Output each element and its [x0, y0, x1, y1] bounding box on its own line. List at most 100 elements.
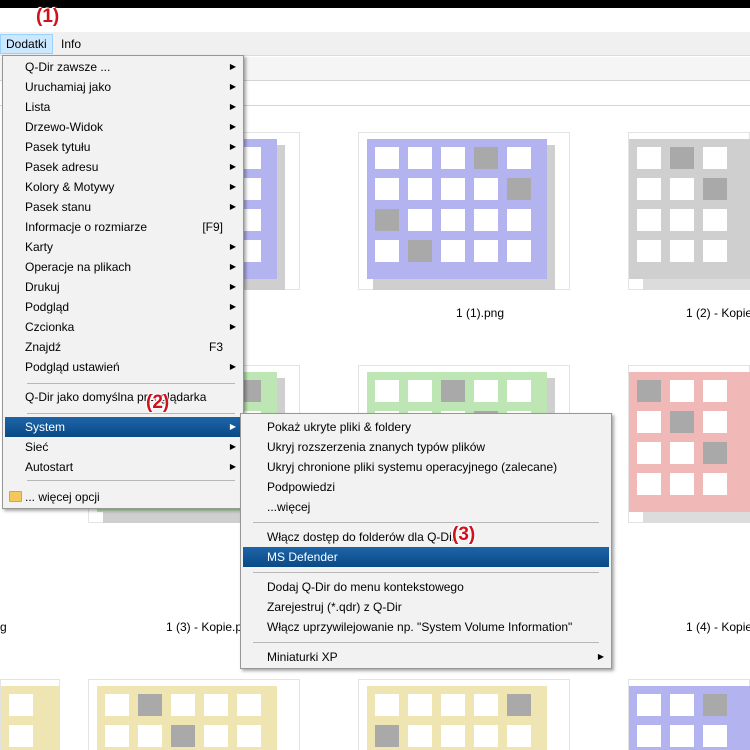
tile-cell: [703, 178, 727, 200]
thumbnail[interactable]: [88, 679, 300, 750]
tile-cell: [703, 380, 727, 402]
tile-cell: [637, 411, 661, 433]
submenu-item-ms-defender[interactable]: MS Defender: [243, 547, 609, 567]
menu-item-system[interactable]: System ▶: [5, 417, 241, 437]
chevron-right-icon: ▶: [229, 202, 236, 211]
tile-cell: [670, 240, 694, 262]
tile-cell: [474, 240, 498, 262]
thumbnail[interactable]: [628, 132, 750, 290]
menu-item-pasek-tytulu[interactable]: Pasek tytułu ▶: [5, 137, 241, 157]
tile-cell: [237, 725, 261, 747]
submenu-item-miniaturki[interactable]: Miniaturki XP ▶: [243, 647, 609, 667]
tile-cell: [375, 240, 399, 262]
tile-cell: [204, 694, 228, 716]
chevron-right-icon: ▶: [229, 182, 236, 191]
file-name[interactable]: 1 (3) - Kopie.p: [166, 620, 246, 634]
tile-cell: [507, 147, 531, 169]
menu-info[interactable]: Info: [56, 34, 86, 54]
file-name[interactable]: 1 (2) - Kopie: [686, 306, 750, 320]
submenu-item-uprzywilejowanie[interactable]: Włącz uprzywilejowanie np. "System Volum…: [243, 617, 609, 637]
tile-cell: [171, 725, 195, 747]
tile-cell: [474, 694, 498, 716]
menu-item-podglad[interactable]: Podgląd ▶: [5, 297, 241, 317]
submenu-item-pokaz-ukryte[interactable]: Pokaż ukryte pliki & foldery: [243, 417, 609, 437]
thumbnail[interactable]: [358, 132, 570, 290]
tile-cell: [637, 442, 661, 464]
tile-cell: [637, 473, 661, 495]
menu-item-podglad-ustawien[interactable]: Podgląd ustawień ▶: [5, 357, 241, 377]
tile-cell: [204, 725, 228, 747]
tile-cell: [703, 209, 727, 231]
tile-cell: [408, 240, 432, 262]
chevron-right-icon: ▶: [229, 62, 236, 71]
file-name[interactable]: 1 (4) - Kopie: [686, 620, 750, 634]
tile-cell: [375, 209, 399, 231]
menu-separator: [253, 522, 599, 523]
menu-item-drzewo[interactable]: Drzewo-Widok ▶: [5, 117, 241, 137]
tile-cell: [237, 694, 261, 716]
thumbnail[interactable]: [0, 679, 60, 750]
tile-cell: [441, 240, 465, 262]
chevron-right-icon: ▶: [229, 122, 236, 131]
menu-separator: [27, 413, 235, 414]
folder-icon: [9, 491, 22, 502]
menu-dodatki[interactable]: Dodatki: [0, 34, 53, 54]
tile-cell: [637, 178, 661, 200]
submenu-item-zarejestruj[interactable]: Zarejestruj (*.qdr) z Q-Dir: [243, 597, 609, 617]
tile-cell: [441, 694, 465, 716]
chevron-right-icon: ▶: [229, 162, 236, 171]
tile-cell: [703, 442, 727, 464]
tile-cell: [703, 694, 727, 716]
tile-cell: [408, 380, 432, 402]
file-name[interactable]: g: [0, 620, 20, 634]
tile-cell: [703, 411, 727, 433]
menu-item-siec[interactable]: Sieć ▶: [5, 437, 241, 457]
menu-item-znajdz[interactable]: Znajdź F3: [5, 337, 241, 357]
menu-item-domyslna[interactable]: Q-Dir jako domyślna przeglądarka: [5, 387, 241, 407]
menu-item-pasek-adresu[interactable]: Pasek adresu ▶: [5, 157, 241, 177]
thumbnail[interactable]: [358, 679, 570, 750]
thumbnail[interactable]: [628, 365, 750, 523]
tile-cell: [441, 209, 465, 231]
tile-cell: [441, 725, 465, 747]
system-submenu: Pokaż ukryte pliki & foldery Ukryj rozsz…: [240, 413, 612, 669]
tile-cell: [474, 147, 498, 169]
tile-cell: [703, 725, 727, 747]
chevron-right-icon: ▶: [229, 282, 236, 291]
chevron-right-icon: ▶: [597, 652, 604, 661]
tile-cell: [441, 147, 465, 169]
menu-item-informacje[interactable]: Informacje o rozmiarze [F9]: [5, 217, 241, 237]
tile-cell: [105, 694, 129, 716]
tile-cell: [375, 725, 399, 747]
submenu-item-menu-kontekstowe[interactable]: Dodaj Q-Dir do menu kontekstowego: [243, 577, 609, 597]
tile-cell: [637, 725, 661, 747]
submenu-item-wiecej[interactable]: ...więcej: [243, 497, 609, 517]
tile-cell: [507, 725, 531, 747]
menu-item-qdir-zawsze[interactable]: Q-Dir zawsze ... ▶: [5, 57, 241, 77]
menu-item-lista[interactable]: Lista ▶: [5, 97, 241, 117]
menu-item-kolory[interactable]: Kolory & Motywy ▶: [5, 177, 241, 197]
tile-cell: [637, 694, 661, 716]
menu-item-czcionka[interactable]: Czcionka ▶: [5, 317, 241, 337]
tile-cell: [408, 694, 432, 716]
menu-item-autostart[interactable]: Autostart ▶: [5, 457, 241, 477]
chevron-right-icon: ▶: [229, 462, 236, 471]
tile-grid: [629, 372, 750, 512]
file-name[interactable]: 1 (1).png: [374, 306, 586, 320]
menu-item-karty[interactable]: Karty ▶: [5, 237, 241, 257]
submenu-item-ukryj-rozszerzenia[interactable]: Ukryj rozszerzenia znanych typów plików: [243, 437, 609, 457]
menu-item-pasek-stanu[interactable]: Pasek stanu ▶: [5, 197, 241, 217]
tile-cell: [474, 209, 498, 231]
menu-item-operacje[interactable]: Operacje na plikach ▶: [5, 257, 241, 277]
submenu-item-ukryj-chronione[interactable]: Ukryj chronione pliki systemu operacyjne…: [243, 457, 609, 477]
tile-grid: [629, 139, 750, 279]
submenu-item-podpowiedzi[interactable]: Podpowiedzi: [243, 477, 609, 497]
thumbnail[interactable]: [628, 679, 750, 750]
submenu-item-dostep-folderow[interactable]: Włącz dostęp do folderów dla Q-Dir: [243, 527, 609, 547]
menu-item-drukuj[interactable]: Drukuj ▶: [5, 277, 241, 297]
menu-item-uruchamiaj[interactable]: Uruchamiaj jako ▶: [5, 77, 241, 97]
menu-item-wiecej-opcji[interactable]: ... więcej opcji: [5, 487, 241, 507]
chevron-right-icon: ▶: [229, 422, 236, 431]
tile-cell: [507, 240, 531, 262]
tile-cell: [637, 240, 661, 262]
